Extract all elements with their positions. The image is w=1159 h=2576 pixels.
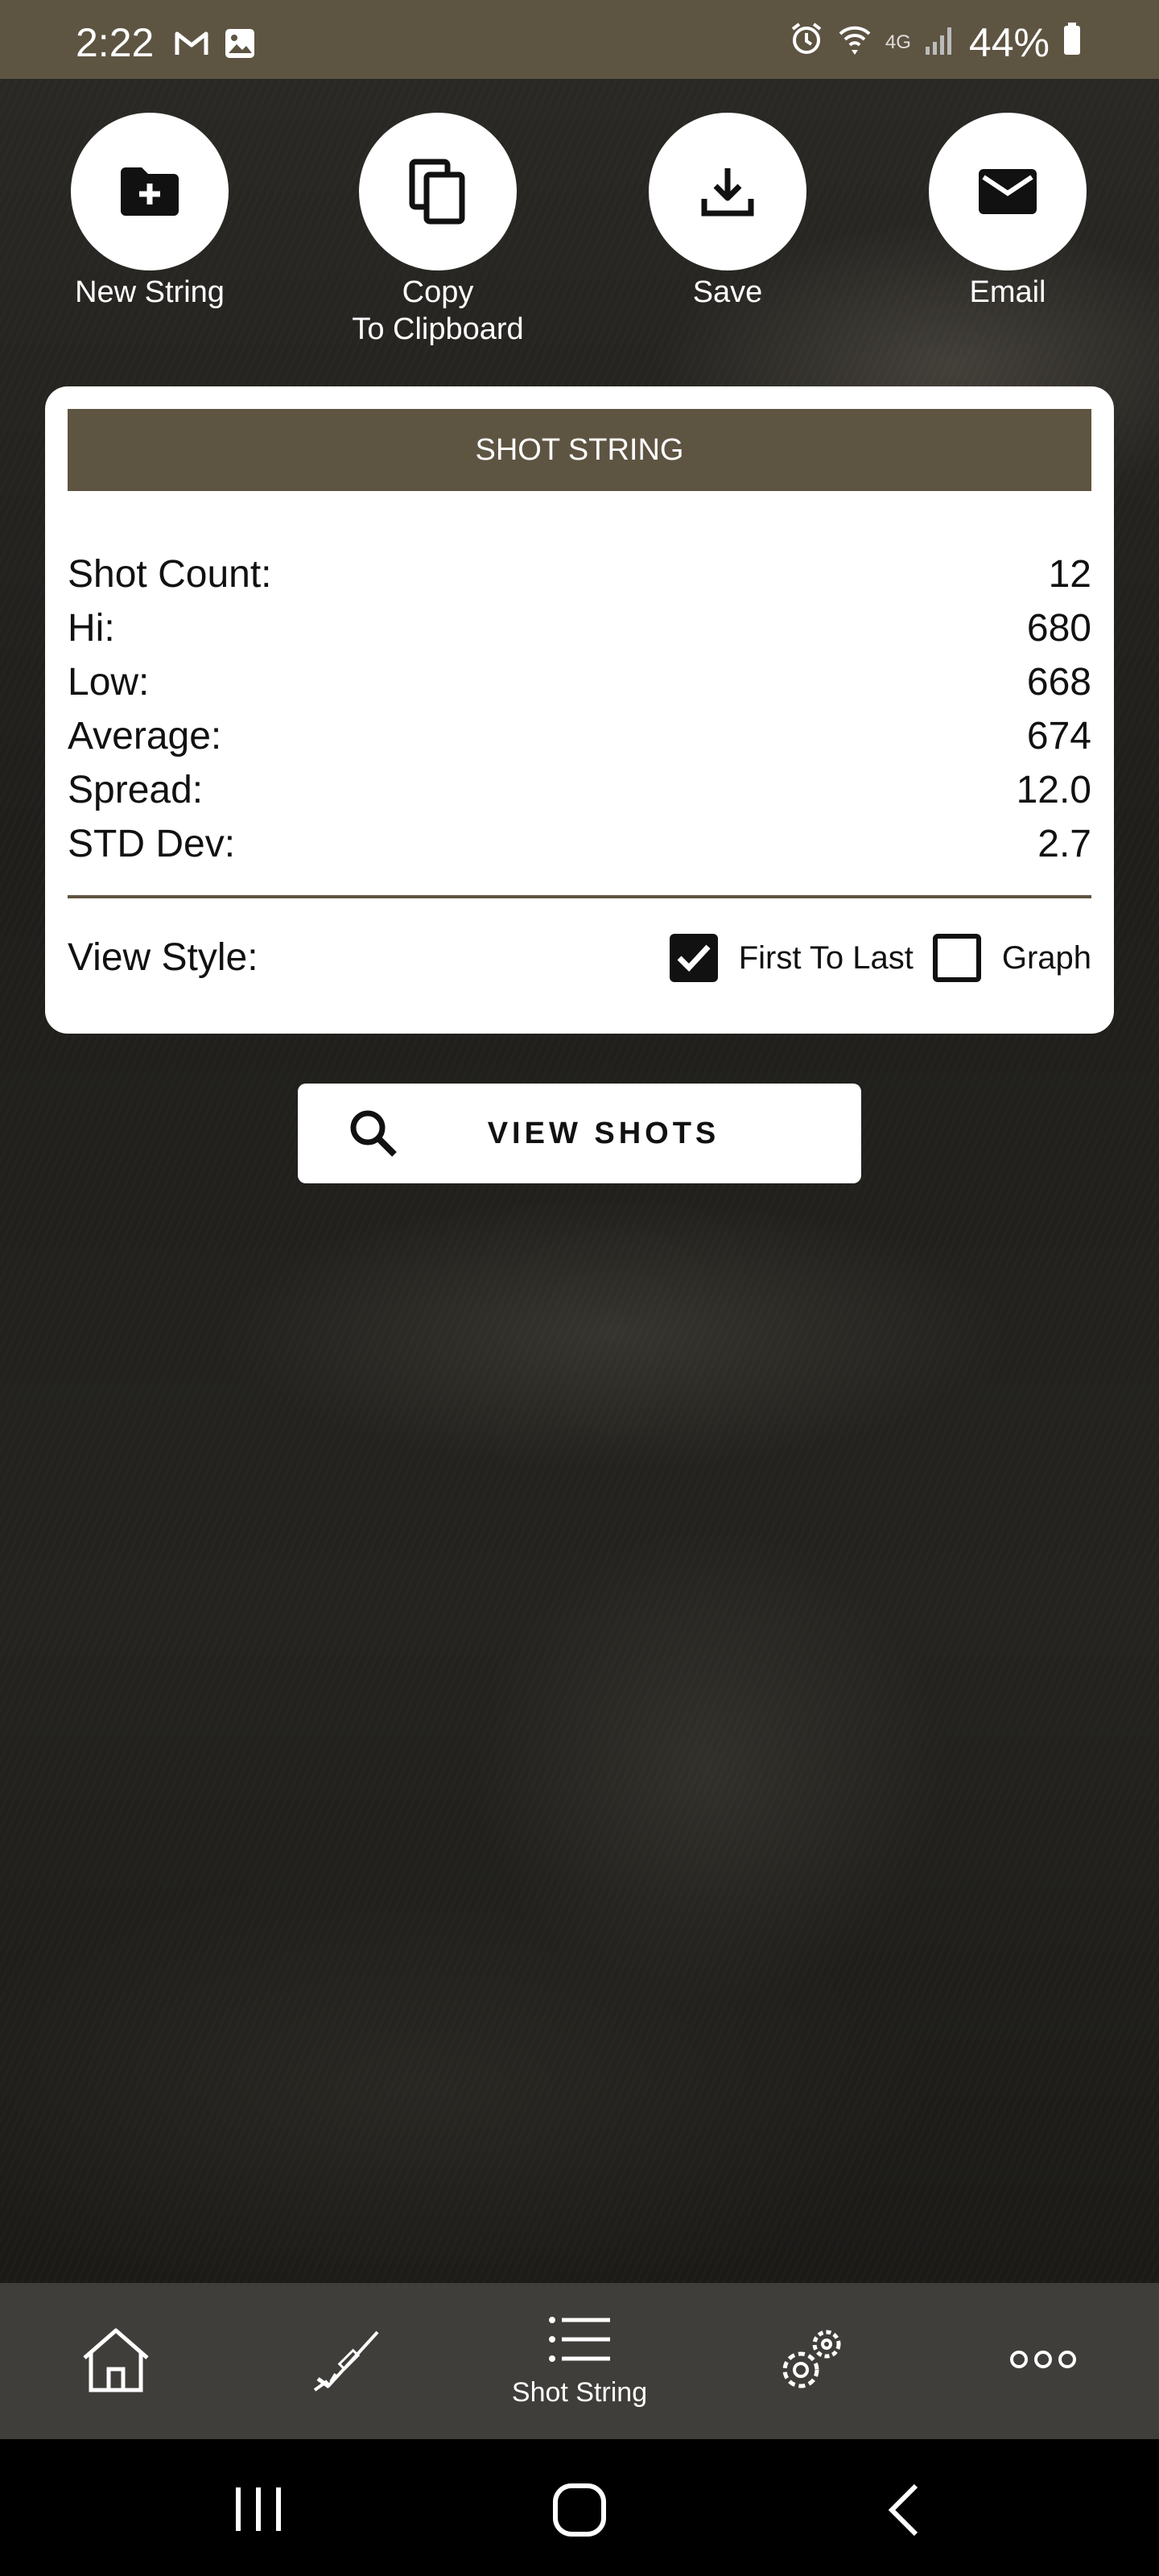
network-type: 4G [885,31,911,53]
first-to-last-option[interactable]: First To Last [669,934,914,982]
nav-home[interactable] [27,2283,204,2439]
system-navigation-bar [0,2439,1159,2576]
home-icon [80,2326,152,2397]
alarm-icon [789,19,824,66]
more-icon [1009,2347,1077,2376]
copy-to-clipboard-button[interactable]: Copy To Clipboard [341,113,534,348]
view-style-row: View Style: First To Last Graph [68,926,1091,990]
view-shots-label: VIEW SHOTS [487,1116,720,1150]
copy-icon[interactable] [359,113,517,270]
battery-percent: 44% [968,20,1050,65]
status-bar: 2:22 4G 44% [0,0,1159,79]
graph-checkbox[interactable] [932,934,981,982]
stat-low: Low: 668 [68,655,1091,709]
stat-value: 674 [1026,715,1091,758]
battery-icon [1062,19,1082,66]
stat-label: STD Dev: [68,823,236,865]
gmail-icon [174,27,208,60]
save-button[interactable]: Save [631,113,824,311]
bottom-navigation: Shot String [0,2283,1159,2439]
view-style-label: View Style: [68,936,258,979]
signal-icon [924,19,956,66]
back-icon[interactable] [884,2483,922,2541]
email-label: Email [969,275,1046,309]
list-icon [547,2314,612,2369]
new-string-label: New String [75,275,225,309]
stat-label: Average: [68,715,222,758]
new-string-button[interactable]: New String [53,113,246,311]
stat-std-dev: STD Dev: 2.7 [68,817,1091,871]
graph-label: Graph [1001,939,1091,976]
stat-value: 12 [1048,553,1091,596]
first-to-last-label: First To Last [738,939,914,976]
nav-settings[interactable] [723,2283,900,2439]
stat-label: Spread: [68,769,204,811]
download-icon[interactable] [649,113,806,270]
stat-value: 2.7 [1037,823,1091,865]
graph-option[interactable]: Graph [932,934,1091,982]
first-to-last-checkbox[interactable] [669,934,718,982]
stat-hi: Hi: 680 [68,601,1091,655]
folder-add-icon[interactable] [71,113,229,270]
stats-list: Shot Count: 12 Hi: 680 Low: 668 Average:… [68,547,1091,871]
home-button-icon[interactable] [552,2483,607,2541]
stat-label: Shot Count: [68,553,272,596]
copy-label: Copy To Clipboard [352,275,524,346]
divider [68,895,1091,898]
nav-rifle[interactable] [259,2283,436,2439]
stat-shot-count: Shot Count: 12 [68,547,1091,601]
wifi-icon [837,19,872,66]
email-button[interactable]: Email [911,113,1104,311]
mail-icon[interactable] [929,113,1087,270]
card-header: SHOT STRING [68,409,1091,491]
stat-spread: Spread: 12.0 [68,763,1091,817]
view-shots-button[interactable]: VIEW SHOTS [298,1084,861,1183]
stat-value: 12.0 [1016,769,1091,811]
gallery-icon [224,27,256,60]
nav-shot-string[interactable]: Shot String [491,2283,668,2439]
status-time: 2:22 [76,20,155,65]
nav-shot-string-label: Shot String [511,2377,648,2408]
shot-string-card: SHOT STRING Shot Count: 12 Hi: 680 Low: … [45,386,1114,1034]
rifle-icon [311,2326,384,2397]
stat-value: 668 [1026,661,1091,704]
stat-label: Low: [68,661,150,704]
stat-label: Hi: [68,607,115,650]
stat-average: Average: 674 [68,709,1091,763]
save-label: Save [692,275,763,309]
settings-icon [775,2323,848,2400]
stat-value: 680 [1026,607,1091,650]
nav-more[interactable] [955,2283,1132,2439]
recent-apps-icon[interactable] [232,2484,285,2538]
